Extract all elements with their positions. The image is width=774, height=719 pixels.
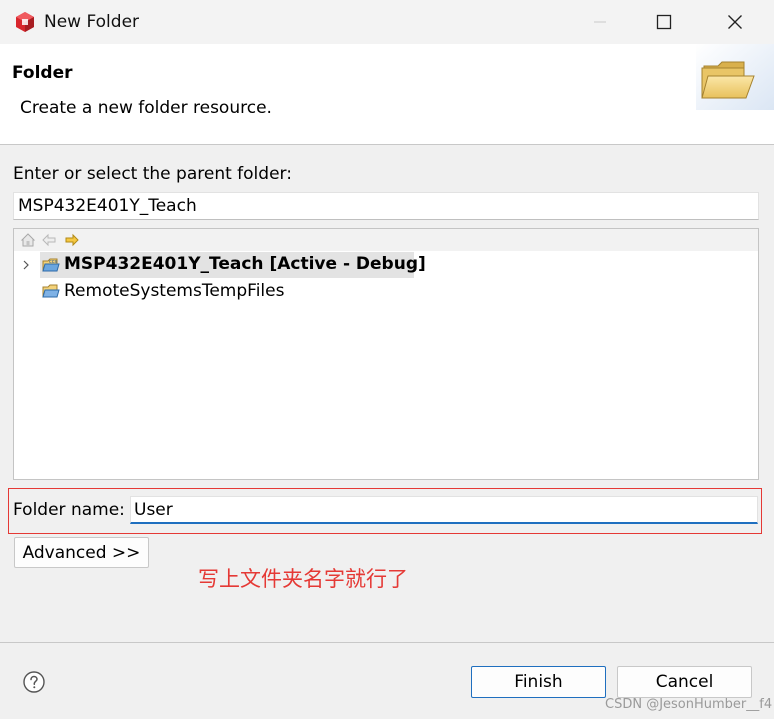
watermark: CSDN @JesonHumber__f4 (605, 697, 773, 712)
parent-folder-label: Enter or select the parent folder: (13, 164, 292, 184)
cancel-button[interactable]: Cancel (617, 666, 752, 698)
page-description: Create a new folder resource. (20, 98, 272, 118)
title-bar: New Folder (0, 0, 774, 44)
finish-button[interactable]: Finish (471, 666, 606, 698)
open-folder-icon (42, 284, 60, 298)
back-icon[interactable] (41, 232, 57, 248)
tree-item[interactable]: ccs MSP432E401Y_Teach [Active - Debug] (14, 252, 758, 278)
close-icon (728, 15, 742, 29)
dialog-header: Folder Create a new folder resource. (0, 44, 774, 145)
home-icon[interactable] (20, 232, 36, 248)
divider (0, 642, 774, 643)
ccs-project-folder-icon: ccs (42, 258, 60, 272)
tree-item-label: MSP432E401Y_Teach [Active - Debug] (64, 254, 426, 274)
minimize-icon (594, 21, 606, 23)
maximize-button[interactable] (634, 0, 694, 44)
help-icon[interactable] (22, 670, 46, 694)
page-title: Folder (12, 63, 73, 83)
chevron-right-icon[interactable] (20, 258, 32, 272)
forward-icon[interactable] (64, 232, 80, 248)
folder-tree: ccs MSP432E401Y_Teach [Active - Debug] R… (13, 228, 759, 480)
annotation-text: 写上文件夹名字就行了 (198, 567, 408, 591)
folder-name-label: Folder name: (13, 500, 125, 520)
ccs-cube-icon (16, 12, 34, 32)
minimize-button[interactable] (570, 0, 630, 44)
folder-icon (696, 44, 774, 110)
advanced-button[interactable]: Advanced >> (14, 537, 149, 568)
close-button[interactable] (705, 0, 765, 44)
tree-item[interactable]: RemoteSystemsTempFiles (14, 279, 758, 305)
tree-item-label: RemoteSystemsTempFiles (64, 281, 285, 301)
window-title: New Folder (44, 12, 140, 32)
tree-toolbar (14, 229, 758, 251)
svg-text:ccs: ccs (49, 259, 57, 265)
parent-folder-input[interactable] (13, 192, 759, 220)
maximize-icon (656, 14, 672, 30)
folder-name-input[interactable] (130, 496, 758, 524)
